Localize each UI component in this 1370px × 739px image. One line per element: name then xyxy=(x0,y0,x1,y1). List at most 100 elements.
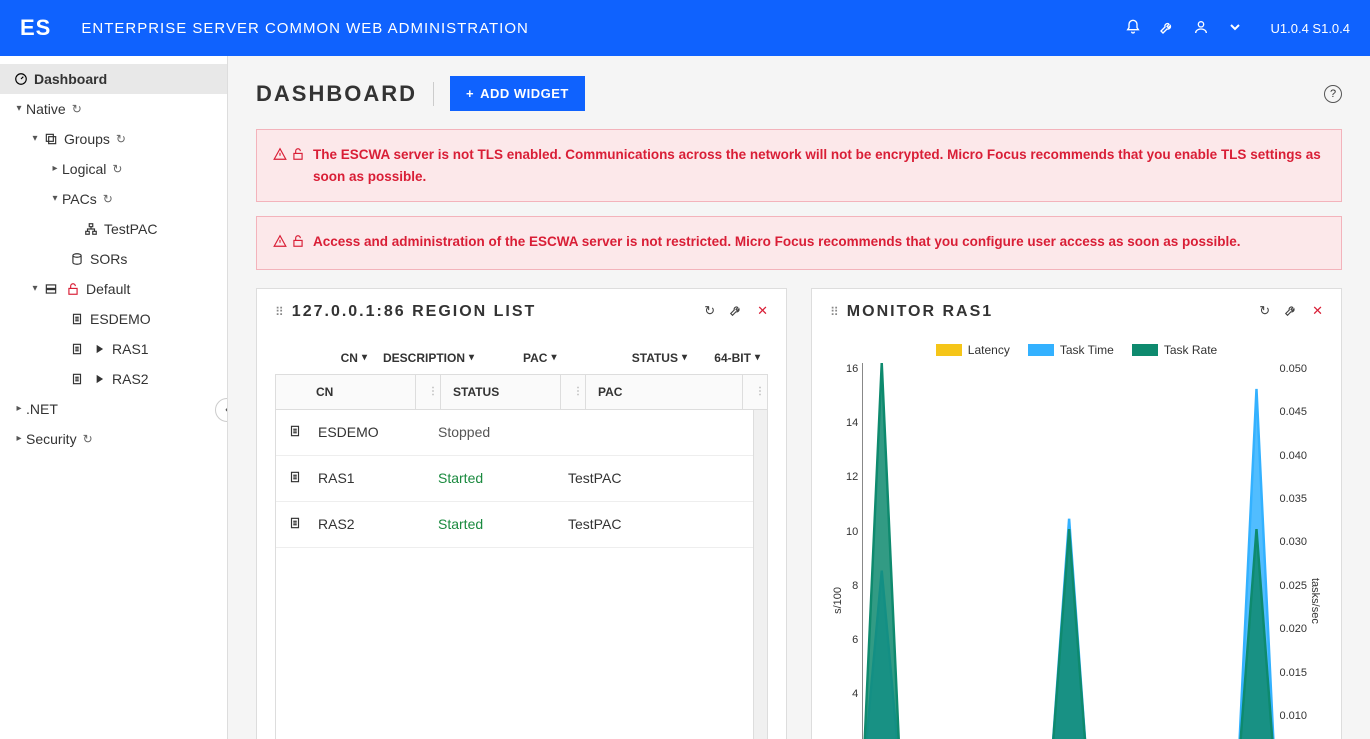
sidebar: Dashboard ▾ Native ↻ ▾ Groups ↻ ▸ Logica… xyxy=(0,56,228,739)
warning-icon xyxy=(273,233,287,255)
refresh-icon[interactable]: ↻ xyxy=(83,428,93,450)
chart-svg xyxy=(863,363,1275,739)
wrench-icon[interactable] xyxy=(1284,303,1298,320)
page-icon xyxy=(68,342,86,356)
nav-esdemo-label: ESDEMO xyxy=(90,308,151,330)
close-icon[interactable]: ✕ xyxy=(1312,303,1323,320)
subcol-cn[interactable]: CN xyxy=(316,385,333,399)
y-axis-right: 0.0500.0450.0400.0350.0300.0250.0200.015… xyxy=(1275,363,1307,739)
nav-esdemo[interactable]: ESDEMO xyxy=(0,304,227,334)
database-icon xyxy=(68,252,86,266)
chevron-down-icon[interactable] xyxy=(1227,19,1243,38)
alert-access-text: Access and administration of the ESCWA s… xyxy=(313,231,1241,255)
add-widget-label: ADD WIDGET xyxy=(480,86,569,101)
chevron-right-icon: ▸ xyxy=(12,398,26,420)
table-row[interactable]: RAS1StartedTestPAC xyxy=(276,456,767,502)
nav-testpac-label: TestPAC xyxy=(104,218,157,240)
gauge-icon xyxy=(12,72,30,86)
alert-tls-text: The ESCWA server is not TLS enabled. Com… xyxy=(313,144,1325,187)
unlock-icon xyxy=(291,233,305,255)
col-64bit[interactable]: 64-BIT xyxy=(714,351,751,365)
nav-sors-label: SORs xyxy=(90,248,127,270)
legend-latency[interactable]: Latency xyxy=(936,343,1010,357)
nav-ras2[interactable]: RAS2 xyxy=(0,364,227,394)
region-widget-title: 127.0.0.1:86 REGION LIST xyxy=(292,303,694,321)
nav-native-label: Native xyxy=(26,98,66,120)
col-status[interactable]: STATUS xyxy=(632,351,678,365)
chart-legend: Latency Task Time Task Rate xyxy=(830,343,1323,357)
legend-tasktime[interactable]: Task Time xyxy=(1028,343,1114,357)
region-list-widget: ⠿ 127.0.0.1:86 REGION LIST ↻ ✕ CN ▾ DESCR… xyxy=(256,288,787,739)
legend-taskrate-label: Task Rate xyxy=(1164,343,1217,357)
chart-plot xyxy=(862,363,1275,739)
drag-dots-icon[interactable]: ⋮ xyxy=(755,386,765,397)
app-title: ENTERPRISE SERVER COMMON WEB ADMINISTRAT… xyxy=(81,20,1124,37)
alert-tls: The ESCWA server is not TLS enabled. Com… xyxy=(256,129,1342,202)
table-row[interactable]: ESDEMOStopped xyxy=(276,410,767,456)
col-cn[interactable]: CN xyxy=(341,351,358,365)
plus-icon: + xyxy=(466,86,474,101)
nav-pacs[interactable]: ▾ PACs ↻ xyxy=(0,184,227,214)
nav-native[interactable]: ▾ Native ↻ xyxy=(0,94,227,124)
page-title: DASHBOARD xyxy=(256,81,417,107)
chevron-down-icon: ▾ xyxy=(755,352,760,363)
drag-handle-icon[interactable]: ⠿ xyxy=(275,305,282,319)
stack-icon xyxy=(42,132,60,146)
nav-logical[interactable]: ▸ Logical ↻ xyxy=(0,154,227,184)
help-icon[interactable]: ? xyxy=(1324,85,1342,103)
nav-dashboard[interactable]: Dashboard xyxy=(0,64,227,94)
alert-access: Access and administration of the ESCWA s… xyxy=(256,216,1342,270)
nav-testpac[interactable]: TestPAC xyxy=(0,214,227,244)
chevron-down-icon: ▾ xyxy=(469,352,474,363)
wrench-icon[interactable] xyxy=(1159,19,1175,38)
nav-ras2-label: RAS2 xyxy=(112,368,149,390)
nav-dotnet-label: .NET xyxy=(26,398,58,420)
chevron-down-icon: ▾ xyxy=(551,352,556,363)
chevron-down-icon: ▾ xyxy=(12,98,26,120)
refresh-icon[interactable]: ↻ xyxy=(72,98,82,120)
refresh-icon[interactable]: ↻ xyxy=(116,128,126,150)
refresh-icon[interactable]: ↻ xyxy=(1259,303,1270,320)
subcol-status[interactable]: STATUS xyxy=(453,385,499,399)
play-icon xyxy=(90,342,108,356)
nav-dotnet[interactable]: ▸ .NET xyxy=(0,394,227,424)
col-description[interactable]: DESCRIPTION xyxy=(383,351,465,365)
drag-dots-icon[interactable]: ⋮ xyxy=(573,386,583,397)
chevron-down-icon: ▾ xyxy=(48,188,62,210)
version-label: U1.0.4 S1.0.4 xyxy=(1271,21,1351,36)
monitor-widget-title: MONITOR RAS1 xyxy=(847,303,1249,321)
widgets-container: ⠿ 127.0.0.1:86 REGION LIST ↻ ✕ CN ▾ DESCR… xyxy=(256,288,1342,739)
wrench-icon[interactable] xyxy=(729,303,743,320)
legend-taskrate[interactable]: Task Rate xyxy=(1132,343,1217,357)
nav-default[interactable]: ▾ Default xyxy=(0,274,227,304)
column-header-row: CN ▾ DESCRIPTION ▾ PAC ▾ STATUS ▾ 64-BIT ▾ xyxy=(275,343,768,374)
user-icon[interactable] xyxy=(1193,19,1209,38)
chevron-down-icon: ▾ xyxy=(682,352,687,363)
nav-default-label: Default xyxy=(86,278,130,300)
refresh-icon[interactable]: ↻ xyxy=(704,303,715,320)
drag-handle-icon[interactable]: ⠿ xyxy=(830,305,837,319)
nav-sors[interactable]: SORs xyxy=(0,244,227,274)
nav-security[interactable]: ▸ Security ↻ xyxy=(0,424,227,454)
chevron-down-icon: ▾ xyxy=(362,352,367,363)
nav-ras1[interactable]: RAS1 xyxy=(0,334,227,364)
nav-security-label: Security xyxy=(26,428,77,450)
bell-icon[interactable] xyxy=(1125,19,1141,38)
nav-groups[interactable]: ▾ Groups ↻ xyxy=(0,124,227,154)
drag-dots-icon[interactable]: ⋮ xyxy=(428,386,438,397)
table-row[interactable]: RAS2StartedTestPAC xyxy=(276,502,767,548)
refresh-icon[interactable]: ↻ xyxy=(103,188,113,210)
nav-dashboard-label: Dashboard xyxy=(34,68,107,90)
close-icon[interactable]: ✕ xyxy=(757,303,768,320)
add-widget-button[interactable]: + ADD WIDGET xyxy=(450,76,585,111)
warning-icon xyxy=(273,146,287,168)
nav-pacs-label: PACs xyxy=(62,188,97,210)
refresh-icon[interactable]: ↻ xyxy=(112,158,122,180)
chart-area: s/100 1614121086420 09:2309:2409:2509:27… xyxy=(830,363,1323,739)
chevron-down-icon: ▾ xyxy=(28,128,42,150)
subcol-pac[interactable]: PAC xyxy=(598,385,622,399)
chevron-down-icon: ▾ xyxy=(28,278,42,300)
app-logo: ES xyxy=(20,15,51,41)
col-pac[interactable]: PAC xyxy=(523,351,547,365)
vertical-scrollbar[interactable] xyxy=(753,410,767,739)
